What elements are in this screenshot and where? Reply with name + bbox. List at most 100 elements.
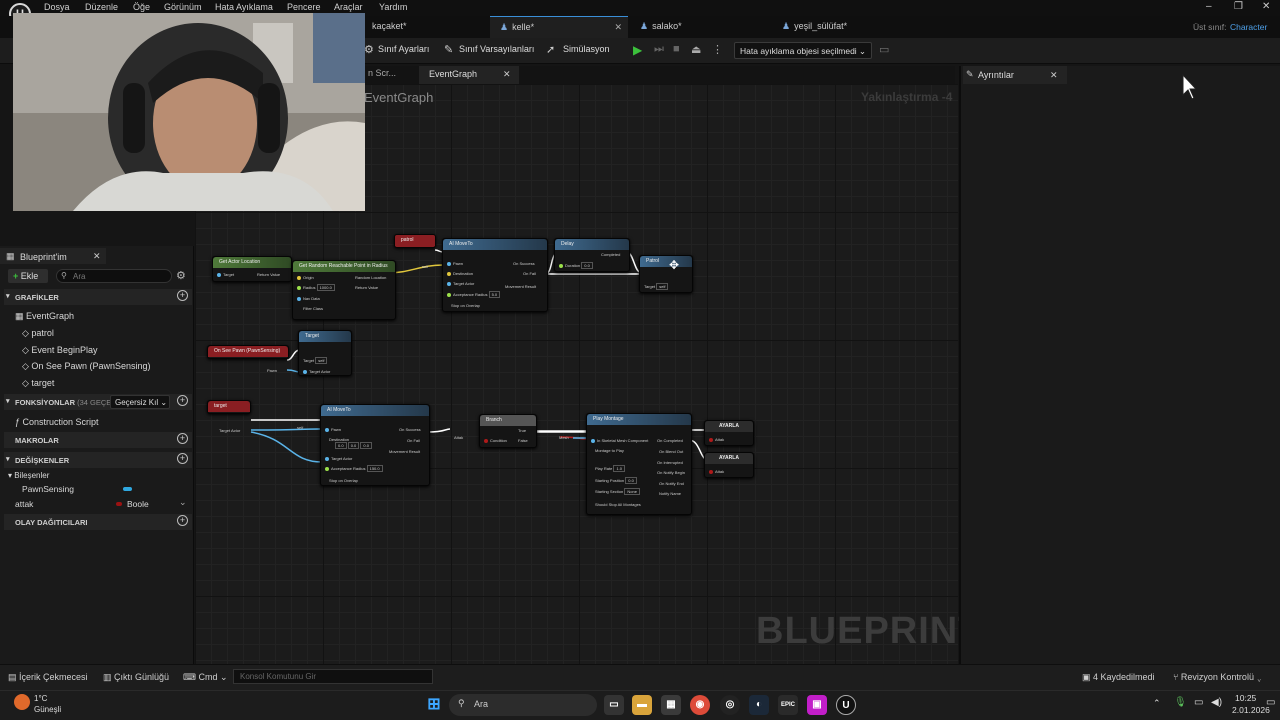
components-category[interactable]: ▾ Bileşenler — [8, 471, 49, 480]
pin-pawn-output[interactable]: Pawn — [267, 368, 277, 373]
pin-attak[interactable]: Attak — [709, 437, 724, 442]
add-function-icon[interactable]: + — [177, 395, 188, 406]
tab-salako[interactable]: ♟ salako* — [630, 16, 770, 38]
clock-time[interactable]: 10:25 — [1235, 693, 1256, 703]
pin-target-actor[interactable]: Target Actor — [447, 281, 474, 286]
menu-edit[interactable]: Düzenle — [85, 2, 118, 12]
pin-radius[interactable]: Radius 1000.0 — [297, 284, 335, 291]
node-get-actor-location[interactable]: Get Actor Location Target Return Value — [212, 256, 292, 282]
destination-values[interactable]: 0.0 0.0 0.0 — [335, 442, 372, 449]
add-variable-icon[interactable]: + — [177, 453, 188, 464]
node-get-random-point[interactable]: Get Random Reachable Point in Radius Ori… — [292, 260, 396, 320]
tab-kelle[interactable]: ♟ kelle* ✕ — [490, 16, 628, 38]
section-event-dispatchers[interactable]: OLAY DAĞITICILARI + — [4, 514, 192, 530]
minimize-icon[interactable]: – — [1206, 1, 1212, 12]
network-icon[interactable]: ▭ — [1194, 697, 1203, 708]
revision-control-button[interactable]: ⑂ Revizyon Kontrolü ⌄ — [1173, 672, 1262, 682]
pin-on-fail[interactable]: On Fail — [523, 271, 536, 276]
node-target-call[interactable]: Target Target self Target Actor — [298, 330, 352, 376]
pin-pawn[interactable]: Pawn — [325, 427, 341, 432]
pin-on-completed[interactable]: On Completed — [657, 438, 683, 443]
section-variables[interactable]: ▾ DEĞİŞKENLER + — [4, 452, 192, 468]
chevron-down-icon[interactable]: ⌄ — [179, 497, 187, 508]
override-dropdown[interactable]: Geçersiz Kıl ⌄ — [110, 395, 170, 409]
tray-chevron-icon[interactable]: ⌃ — [1153, 698, 1161, 709]
weather-temp[interactable]: 1°C — [34, 694, 47, 703]
stop-icon[interactable]: ■ — [673, 43, 680, 55]
pin-origin[interactable]: Origin — [297, 275, 314, 280]
node-play-montage[interactable]: Play Montage In Skeletal Mesh Component … — [586, 413, 692, 515]
menu-view[interactable]: Görünüm — [164, 2, 202, 12]
pin-notify-name[interactable]: Notify Name — [659, 491, 681, 496]
pin-duration[interactable]: Duration 0.0 — [559, 262, 593, 269]
node-delay[interactable]: Delay Completed Duration 0.0 — [554, 238, 630, 272]
file-explorer-icon[interactable]: ▬ — [632, 695, 652, 715]
node-target-event[interactable]: target — [207, 400, 251, 414]
close-tab-icon[interactable]: ✕ — [93, 251, 101, 262]
menu-tools[interactable]: Araçlar — [334, 2, 363, 12]
pin-start-pos[interactable]: Starting Position 0.0 — [595, 477, 637, 484]
chrome-icon[interactable]: ◉ — [690, 695, 710, 715]
close-tab-icon[interactable]: ✕ — [503, 69, 511, 80]
pin-return[interactable]: Return Value — [355, 285, 378, 290]
blueprint-search-input[interactable]: ⚲ Ara — [56, 269, 172, 283]
mesh-getter[interactable]: Mesh — [559, 435, 569, 440]
function-item-construction-script[interactable]: ƒ Construction Script — [15, 417, 99, 427]
close-tab-icon[interactable]: ✕ — [614, 22, 622, 33]
menu-help[interactable]: Yardım — [379, 2, 407, 12]
step-icon[interactable]: ⏭ — [654, 43, 664, 56]
play-icon[interactable]: ▶ — [633, 43, 642, 57]
menu-debug[interactable]: Hata Ayıklama — [215, 2, 273, 12]
variable-attak[interactable]: attak — [15, 499, 33, 509]
pin-destination[interactable]: Destination — [447, 271, 473, 276]
pin-disallow[interactable]: Should Stop All Montages — [595, 502, 641, 507]
debug-object-select[interactable]: Hata ayıklama objesi seçilmedi ⌄ — [734, 42, 872, 59]
breakpoint-icon[interactable]: ▭ — [879, 43, 889, 56]
simulation-button[interactable]: Simülasyon — [563, 44, 610, 54]
node-ai-move-to-2[interactable]: AI MoveTo Pawn On Success Destination On… — [320, 404, 430, 486]
pin-true[interactable]: True — [518, 428, 526, 433]
tab-yesil-sulufat[interactable]: ♟ yeşil_sülüfat* — [772, 16, 922, 38]
event-item-target[interactable]: ◇ target — [22, 378, 54, 389]
store-icon[interactable]: ▦ — [661, 695, 681, 715]
pin-start-section[interactable]: Starting Section None — [595, 488, 640, 495]
unreal-taskbar-icon[interactable]: U — [836, 695, 856, 715]
pin-target-actor[interactable]: Target Actor — [325, 456, 352, 461]
event-item-beginplay[interactable]: ◇ Event BeginPlay — [22, 345, 97, 356]
pin-target[interactable]: Target — [217, 272, 234, 277]
pin-on-blend-out[interactable]: On Blend Out — [659, 449, 683, 454]
node-set-attak-2[interactable]: AYARLA Attak — [704, 452, 754, 478]
pin-random-location[interactable]: Random Location — [355, 275, 386, 280]
pin-false[interactable]: False — [518, 438, 528, 443]
graph-item-eventgraph[interactable]: ▦ EventGraph — [15, 311, 74, 322]
add-button[interactable]: + Ekle — [8, 269, 48, 283]
pin-target[interactable]: Target self — [644, 283, 669, 290]
pin-stop-overlap[interactable]: Stop on Overlap — [451, 303, 480, 308]
menu-asset[interactable]: Öğe — [133, 2, 150, 12]
pin-return[interactable]: Return Value — [257, 272, 280, 277]
section-graphs[interactable]: ▾ GRAFİKLER + — [4, 289, 192, 305]
pin-movement-result[interactable]: Movement Result — [505, 284, 536, 289]
tab-kacaket[interactable]: kaçaket* — [362, 16, 488, 38]
section-macros[interactable]: MAKROLAR + — [4, 432, 192, 448]
variable-pawnsensing[interactable]: PawnSensing — [22, 484, 74, 494]
weather-desc[interactable]: Güneşli — [34, 705, 61, 714]
tab-my-blueprint[interactable]: ▦ Blueprint'im ✕ — [0, 248, 106, 264]
node-ai-move-to[interactable]: AI MoveTo Pawn On Success Destination On… — [442, 238, 548, 312]
console-input[interactable]: Konsol Komutunu Gir — [233, 669, 433, 684]
tab-event-graph[interactable]: EventGraph ✕ — [419, 66, 519, 84]
pin-nav-data[interactable]: Nav Data — [297, 296, 320, 301]
pin-stop-overlap[interactable]: Stop on Overlap — [329, 478, 358, 483]
event-item-onseepawn[interactable]: ◇ On See Pawn (PawnSensing) — [22, 361, 151, 372]
pin-notify-end[interactable]: On Notify End — [659, 481, 684, 486]
pin-on-success[interactable]: On Success — [399, 427, 421, 432]
parent-class-link[interactable]: Character — [1230, 22, 1267, 32]
close-tab-icon[interactable]: ✕ — [1050, 70, 1058, 81]
pin-pawn[interactable]: Pawn — [447, 261, 463, 266]
unsaved-button[interactable]: ▣ 4 Kaydedilmedi — [1082, 672, 1155, 683]
node-branch[interactable]: Branch True Condition False — [479, 414, 537, 448]
menu-window[interactable]: Pencere — [287, 2, 321, 12]
add-macro-icon[interactable]: + — [177, 433, 188, 444]
pin-acceptance[interactable]: Acceptance Radius 150.0 — [325, 465, 383, 472]
content-drawer-button[interactable]: ▤ İçerik Çekmecesi — [8, 672, 88, 683]
